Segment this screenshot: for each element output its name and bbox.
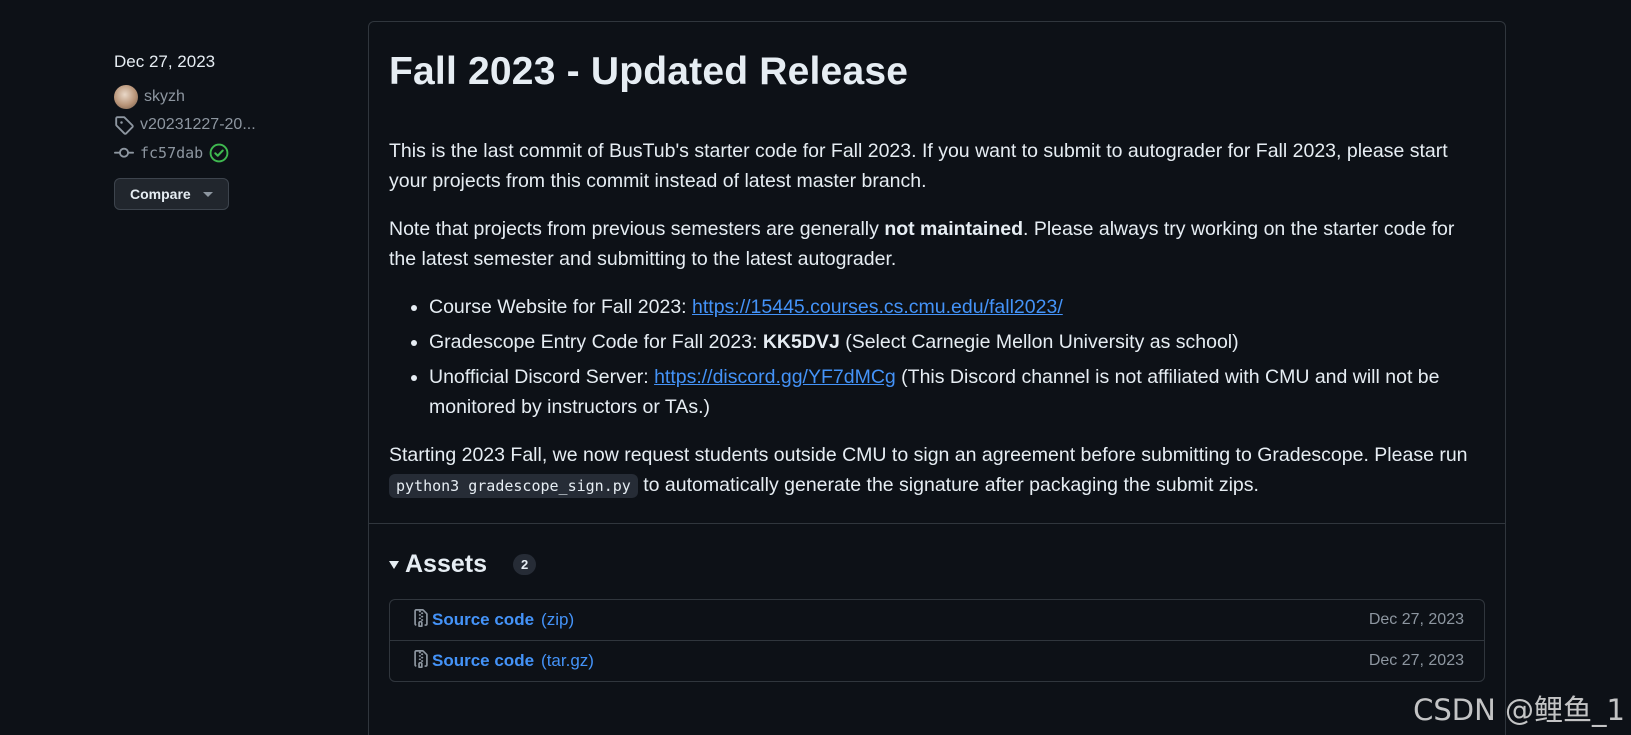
list-item-gradescope: Gradescope Entry Code for Fall 2023: KK5… (429, 327, 1485, 357)
list-item-discord: Unofficial Discord Server: https://disco… (429, 362, 1485, 422)
list-item-course-website: Course Website for Fall 2023: https://15… (429, 292, 1485, 322)
compare-button[interactable]: Compare (114, 178, 229, 210)
maintenance-text: Note that projects from previous semeste… (389, 218, 885, 240)
author-row[interactable]: skyzh (114, 84, 354, 110)
asset-link[interactable]: Source code (tar.gz) (412, 649, 594, 674)
author-name[interactable]: skyzh (144, 88, 185, 106)
asset-ext[interactable]: (zip) (541, 610, 574, 630)
course-website-link[interactable]: https://15445.courses.cs.cmu.edu/fall202… (692, 296, 1063, 318)
assets-toggle[interactable]: Assets (389, 550, 487, 579)
assets-title: Assets (405, 550, 487, 578)
maintenance-paragraph: Note that projects from previous semeste… (389, 214, 1485, 274)
list-item-label: Gradescope Entry Code for Fall 2023: (429, 331, 763, 353)
list-item-label: Course Website for Fall 2023: (429, 296, 693, 318)
tag-name[interactable]: v20231227-20... (140, 116, 256, 134)
entry-code: KK5DVJ (762, 331, 840, 353)
release-date: Dec 27, 2023 (114, 52, 216, 71)
assets-section: Assets 2 Source code (zip) Dec 27, 2023 (369, 524, 1505, 682)
commit-row[interactable]: fc57dab (114, 140, 354, 166)
release-page: Dec 27, 2023 skyzh v20231227-20... fc57d… (0, 0, 1631, 735)
release-sidebar: Dec 27, 2023 skyzh v20231227-20... fc57d… (114, 52, 354, 210)
assets-count-badge: 2 (513, 554, 537, 575)
commit-icon (114, 143, 134, 163)
signing-text-after: to automatically generate the signature … (637, 474, 1259, 496)
intro-paragraph: This is the last commit of BusTub's star… (389, 140, 1448, 192)
list-item-suffix: (Select Carnegie Mellon University as sc… (839, 331, 1239, 353)
file-zip-icon (412, 649, 430, 674)
commit-hash[interactable]: fc57dab (140, 144, 203, 162)
signing-text: Starting 2023 Fall, we now request stude… (389, 444, 1468, 466)
sign-command-code: python3 gradescope_sign.py (389, 474, 638, 498)
asset-link[interactable]: Source code (zip) (412, 608, 574, 633)
release-card: Fall 2023 - Updated Release This is the … (368, 21, 1506, 735)
triangle-down-icon (389, 560, 399, 569)
asset-list: Source code (zip) Dec 27, 2023 Source co… (389, 599, 1485, 682)
chevron-down-icon (202, 191, 213, 197)
compare-label: Compare (130, 186, 191, 202)
asset-date: Dec 27, 2023 (1368, 611, 1464, 628)
discord-link[interactable]: https://discord.gg/YF7dMCg (654, 366, 896, 388)
asset-date: Dec 27, 2023 (1368, 652, 1464, 669)
release-body: Fall 2023 - Updated Release This is the … (369, 22, 1505, 501)
asset-row-targz: Source code (tar.gz) Dec 27, 2023 (390, 640, 1484, 681)
list-item-label: Unofficial Discord Server: (429, 366, 655, 388)
asset-name[interactable]: Source code (432, 610, 534, 630)
release-title[interactable]: Fall 2023 - Updated Release (389, 50, 1485, 94)
file-zip-icon (412, 608, 430, 633)
asset-ext[interactable]: (tar.gz) (541, 651, 594, 671)
assets-header[interactable]: Assets 2 (389, 550, 1485, 579)
asset-row-zip: Source code (zip) Dec 27, 2023 (390, 600, 1484, 640)
tag-icon (114, 115, 134, 135)
tag-row[interactable]: v20231227-20... (114, 112, 354, 138)
info-list: Course Website for Fall 2023: https://15… (389, 292, 1485, 422)
avatar[interactable] (114, 85, 138, 109)
signing-paragraph: Starting 2023 Fall, we now request stude… (389, 440, 1485, 501)
verified-check-icon[interactable] (209, 143, 229, 163)
release-notes: This is the last commit of BusTub's star… (389, 136, 1485, 501)
maintenance-bold: not maintained (884, 218, 1023, 240)
asset-name[interactable]: Source code (432, 651, 534, 671)
